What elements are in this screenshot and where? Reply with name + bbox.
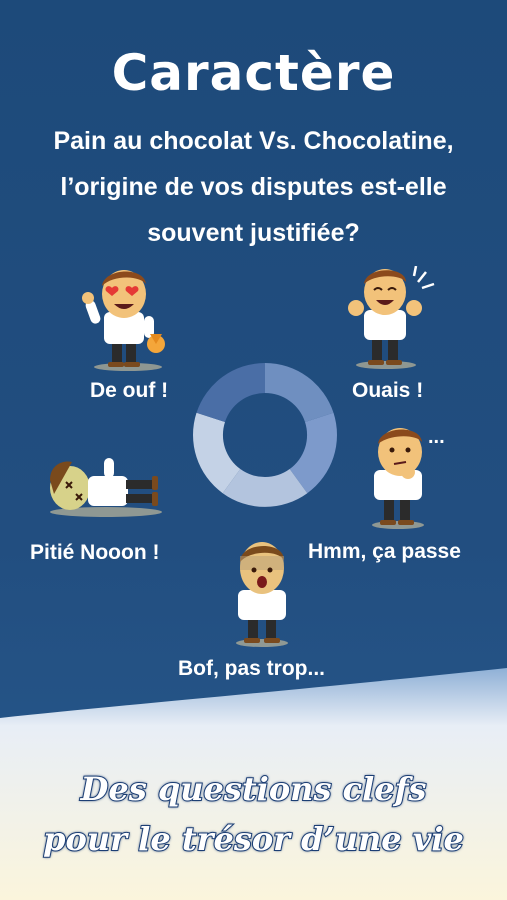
cycle-donut-icon: [193, 363, 337, 507]
question-line-2: l’origine de vos disputes est-elle: [60, 173, 447, 201]
thinking-dots: ...: [428, 426, 445, 448]
option-pitie-nooon[interactable]: Pitié Nooon !: [30, 541, 160, 565]
screen: Caractère Pain au chocolat Vs. Chocolati…: [0, 0, 507, 900]
option-ouais[interactable]: Ouais !: [352, 379, 423, 403]
slogan-line-2: pour le trésor d’une vie: [42, 819, 465, 859]
knocked-out-character-icon: [50, 458, 162, 517]
question-line-3: souvent justifiée?: [147, 219, 360, 247]
page-title: Caractère: [111, 44, 396, 102]
option-bof-pas-trop[interactable]: Bof, pas trop...: [178, 657, 325, 681]
option-de-ouf[interactable]: De ouf !: [90, 379, 168, 403]
question-line-1: Pain au chocolat Vs. Chocolatine,: [53, 127, 454, 155]
heart-eyes-character-icon: [82, 270, 165, 371]
scared-character-icon: [236, 542, 288, 647]
happy-character-icon: [348, 266, 435, 369]
option-hmm-ca-passe[interactable]: Hmm, ça passe: [308, 540, 461, 564]
slogan-line-1: Des questions clefs: [80, 769, 428, 809]
